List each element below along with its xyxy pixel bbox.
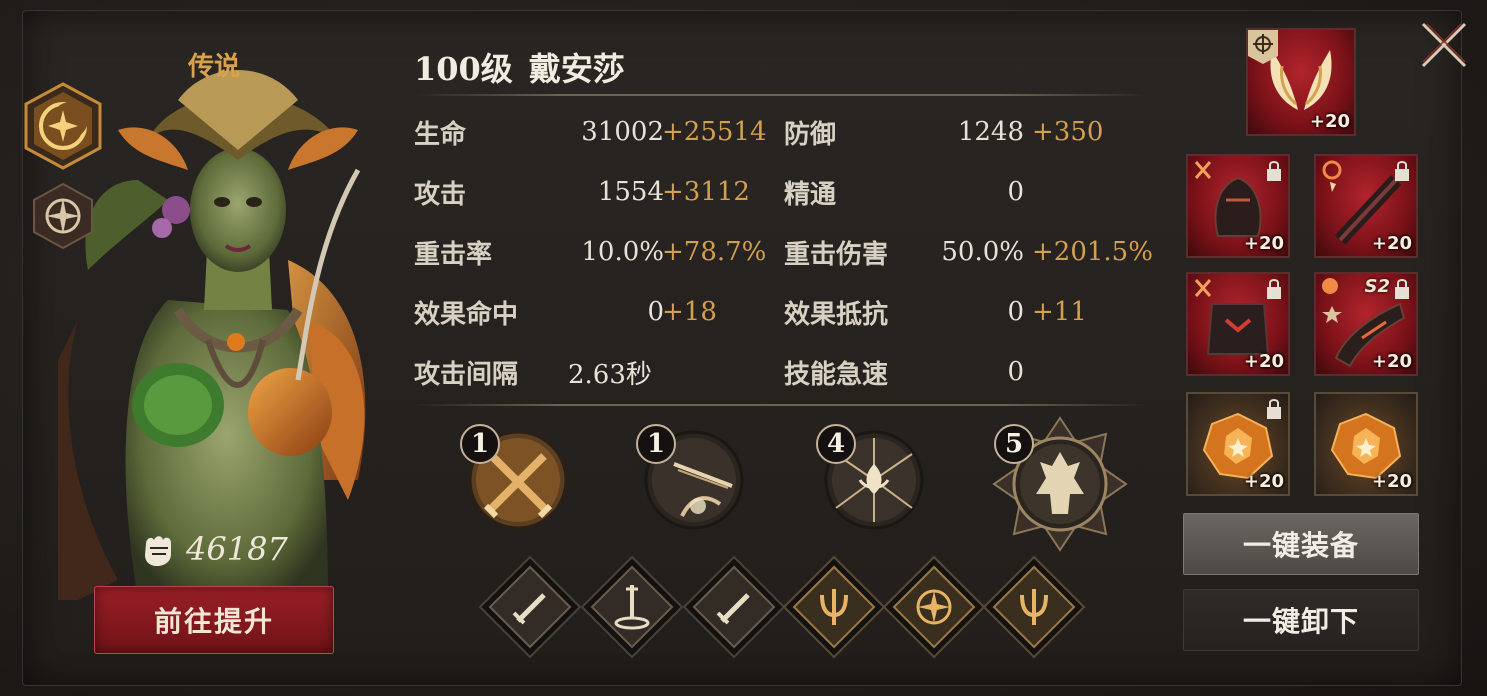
stat-base: 1248 — [957, 117, 1024, 147]
stat-skill-haste: 技能急速 0 — [784, 352, 1154, 392]
stat-bonus: +18 — [662, 297, 717, 327]
stat-label: 生命 — [414, 119, 467, 150]
enhance-level: +20 — [1371, 471, 1412, 492]
equip-helmet[interactable]: +20 — [1186, 154, 1290, 258]
hero-portrait — [58, 70, 366, 600]
stat-hp: 生命 31002 +25514 — [414, 112, 774, 152]
stat-label: 重击伤害 — [784, 239, 889, 270]
stat-label: 攻击间隔 — [414, 359, 519, 390]
lock-icon — [1395, 279, 1409, 299]
compass-star-icon[interactable] — [882, 555, 986, 659]
rarity-label: 传说 — [187, 52, 240, 82]
equip-gem-1[interactable]: +20 — [1186, 392, 1290, 496]
skill-1[interactable]: 1 — [460, 424, 570, 534]
unequip-all-button[interactable]: 一键卸下 — [1183, 589, 1419, 651]
skill-level-badge: 4 — [816, 424, 856, 464]
equip-armor[interactable]: +20 — [1186, 272, 1290, 376]
stat-bonus: +350 — [1032, 117, 1104, 147]
stat-label: 防御 — [784, 119, 837, 150]
stat-bonus: +11 — [1032, 297, 1087, 327]
lock-icon — [1267, 279, 1281, 299]
hero-detail-panel: 传说 46187 前往提升 100级 戴安莎 生命 31002 +25514 攻击… — [0, 0, 1487, 696]
stat-effect-hit: 效果命中 0 +18 — [414, 292, 774, 332]
stat-base: 50.0% — [941, 237, 1024, 267]
enhance-level: +20 — [1243, 471, 1284, 492]
fist-icon — [145, 536, 171, 566]
sword-icon[interactable] — [682, 555, 786, 659]
enhance-level: +20 — [1371, 233, 1412, 254]
stat-base: 0 — [1007, 357, 1024, 387]
stat-bonus: +25514 — [662, 117, 767, 147]
equip-wings[interactable]: +20 — [1246, 28, 1356, 136]
trident-icon[interactable] — [982, 555, 1086, 659]
skill-level-badge: 5 — [994, 424, 1034, 464]
stat-base: 0 — [1007, 177, 1024, 207]
stat-base: 0 — [647, 297, 664, 327]
enhance-level: +20 — [1243, 233, 1284, 254]
lock-icon — [1267, 399, 1281, 419]
hero-level: 100级 — [414, 50, 513, 88]
enhance-level: +20 — [1309, 111, 1350, 132]
lock-icon — [1395, 161, 1409, 181]
stat-bonus: +78.7% — [662, 237, 767, 267]
stat-crit-rate: 重击率 10.0% +78.7% — [414, 232, 774, 272]
stat-base: 10.0% — [581, 237, 664, 267]
equip-gloves[interactable]: S2 +20 — [1314, 272, 1418, 376]
skill-level-badge: 1 — [460, 424, 500, 464]
stat-label: 技能急速 — [784, 359, 889, 390]
trident-icon[interactable] — [782, 555, 886, 659]
stat-atk: 攻击 1554 +3112 — [414, 172, 774, 212]
equip-weapon[interactable]: +20 — [1314, 154, 1418, 258]
stat-bonus: +3112 — [662, 177, 750, 207]
close-icon[interactable] — [1415, 16, 1473, 74]
stat-label: 效果命中 — [414, 299, 519, 330]
equip-gem-2[interactable]: +20 — [1314, 392, 1418, 496]
stat-label: 效果抵抗 — [784, 299, 889, 330]
divider — [414, 404, 1149, 406]
stat-base: 1554 — [597, 177, 664, 207]
stat-atk-interval: 攻击间隔 2.63秒 — [414, 352, 774, 392]
stat-def: 防御 1248 +350 — [784, 112, 1154, 152]
combat-power: 46187 — [140, 526, 288, 572]
stat-label: 重击率 — [414, 239, 493, 270]
stat-label: 攻击 — [414, 179, 467, 210]
compass-badge-icon — [1248, 30, 1278, 64]
skill-3[interactable]: 4 — [816, 424, 926, 534]
stat-base: 0 — [1007, 297, 1024, 327]
stat-base: 31002 — [581, 117, 664, 147]
stat-effect-res: 效果抵抗 0 +11 — [784, 292, 1154, 332]
skill-2[interactable]: 1 — [636, 424, 746, 534]
stat-base: 2.63秒 — [568, 359, 652, 390]
hero-name: 戴安莎 — [528, 50, 625, 88]
sword-icon[interactable] — [478, 555, 582, 659]
go-upgrade-button[interactable]: 前往提升 — [94, 586, 334, 654]
stat-mastery: 精通 0 — [784, 172, 1154, 212]
skill-4-ultimate[interactable]: 5 — [992, 416, 1128, 552]
lock-icon — [1267, 161, 1281, 181]
sword-altar-icon[interactable] — [580, 555, 684, 659]
divider — [414, 94, 1149, 96]
enhance-level: +20 — [1371, 351, 1412, 372]
class-crescent-star-icon[interactable] — [24, 82, 102, 170]
set-badge: S2 — [1364, 276, 1391, 297]
skill-level-badge: 1 — [636, 424, 676, 464]
equip-all-button[interactable]: 一键装备 — [1183, 513, 1419, 575]
hero-title: 100级 戴安莎 — [414, 44, 625, 90]
enhance-level: +20 — [1243, 351, 1284, 372]
faction-compass-icon[interactable] — [32, 182, 94, 250]
stat-label: 精通 — [784, 179, 837, 210]
stat-bonus: +201.5% — [1032, 237, 1153, 267]
combat-power-value: 46187 — [186, 530, 288, 568]
stat-crit-dmg: 重击伤害 50.0% +201.5% — [784, 232, 1154, 272]
